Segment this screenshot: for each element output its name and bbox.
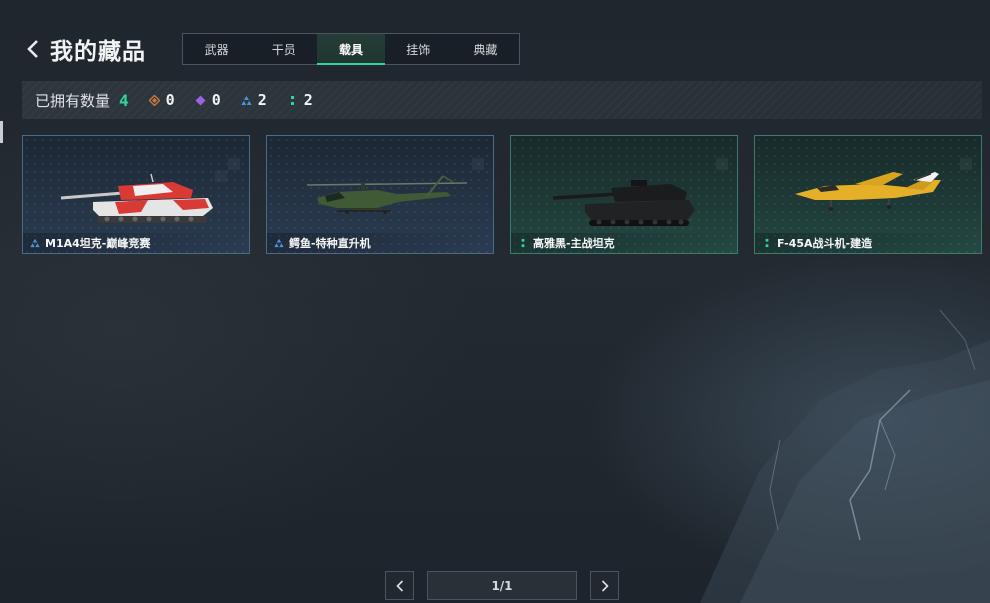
item-card[interactable]: F-45A战斗机-建造 <box>754 135 982 254</box>
item-card-footer: M1A4坦克-巅峰竞赛 <box>23 233 249 253</box>
side-edge-marker <box>0 121 3 143</box>
owned-total-count: 4 <box>119 90 129 110</box>
blue-triangle-icon <box>273 238 284 249</box>
owned-summary-bar: 已拥有数量 4 0 0 2 2 <box>22 81 982 119</box>
tab-weapons[interactable]: 武器 <box>183 34 250 64</box>
prev-page-button[interactable] <box>385 571 414 600</box>
orange-diamond-icon <box>149 94 161 106</box>
blue-triangle-icon <box>29 238 40 249</box>
rarity-blue-count: 2 <box>241 91 267 109</box>
tab-vehicles[interactable]: 载具 <box>317 34 385 65</box>
back-button[interactable] <box>22 34 44 64</box>
item-name: M1A4坦克-巅峰竞赛 <box>45 237 151 250</box>
item-name: F-45A战斗机-建造 <box>777 237 873 250</box>
helicopter-icon <box>306 158 484 214</box>
tank-icon <box>60 158 240 223</box>
owned-label: 已拥有数量 <box>35 91 111 110</box>
item-card[interactable]: M1A4坦克-巅峰竞赛 <box>22 135 250 254</box>
tab-collection[interactable]: 典藏 <box>452 34 519 64</box>
chevron-right-icon <box>601 579 609 592</box>
tab-charms[interactable]: 挂饰 <box>385 34 452 64</box>
chevron-left-icon <box>395 579 403 592</box>
green-dots-icon <box>761 238 772 249</box>
rarity-orange-count: 0 <box>149 91 175 109</box>
item-card-footer: 高雅黑-主战坦克 <box>511 233 737 253</box>
item-card[interactable]: 鳄鱼-特种直升机 <box>266 135 494 254</box>
jet-icon <box>795 158 972 211</box>
purple-diamond-icon <box>195 94 207 106</box>
next-page-button[interactable] <box>590 571 619 600</box>
blue-triangle-icon <box>241 94 253 106</box>
rarity-green-count: 2 <box>287 91 313 109</box>
tank-icon <box>552 158 728 226</box>
category-tabs: 武器 干员 载具 挂饰 典藏 <box>182 33 520 65</box>
page-indicator: 1/1 <box>427 571 577 600</box>
page-header: 我的藏品 <box>22 32 146 66</box>
chevron-left-icon <box>27 40 38 58</box>
green-dots-icon <box>287 94 299 106</box>
item-name: 鳄鱼-特种直升机 <box>289 237 371 250</box>
green-dots-icon <box>517 238 528 249</box>
item-card[interactable]: 高雅黑-主战坦克 <box>510 135 738 254</box>
item-name: 高雅黑-主战坦克 <box>533 237 615 250</box>
item-card-footer: 鳄鱼-特种直升机 <box>267 233 493 253</box>
item-card-footer: F-45A战斗机-建造 <box>755 233 981 253</box>
page-title: 我的藏品 <box>50 39 146 65</box>
tab-operators[interactable]: 干员 <box>250 34 317 64</box>
rarity-purple-count: 0 <box>195 91 221 109</box>
